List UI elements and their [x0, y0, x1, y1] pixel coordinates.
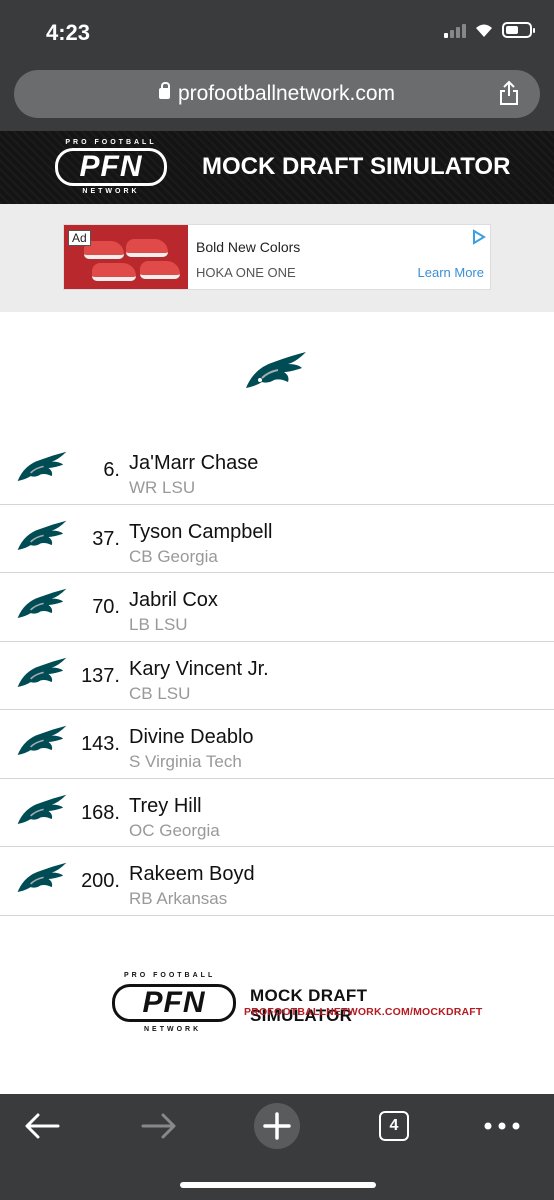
ad-brand: HOKA ONE ONE	[196, 265, 296, 280]
eagle-icon	[17, 794, 67, 824]
pick-number: 137.	[81, 664, 120, 687]
forward-arrow-icon[interactable]	[135, 1106, 183, 1146]
player-position-school: WR LSU	[129, 478, 196, 497]
footer-logo-bottom-text: NETWORK	[144, 1026, 202, 1033]
browser-chrome: 4:23 profootballnetwork.com	[0, 0, 554, 131]
footer-url[interactable]: PROFOOTBALLNETWORK.COM/MOCKDRAFT	[244, 1006, 483, 1018]
footer-logo-box: PFN	[112, 984, 236, 1022]
pick-row[interactable]: 6. Ja'Marr Chase WR LSU	[0, 436, 554, 505]
pick-row[interactable]: 200. Rakeem Boyd RB Arkansas	[0, 847, 554, 916]
pick-number: 143.	[81, 733, 120, 755]
pick-row[interactable]: 168. Trey Hill OC Georgia	[0, 779, 554, 847]
pick-row[interactable]: 137. Kary Vincent Jr. CB LSU	[0, 642, 554, 710]
player-name: Kary Vincent Jr.	[129, 657, 269, 680]
player-name: Divine Deablo	[129, 726, 254, 748]
browser-toolbar: 4	[0, 1094, 554, 1200]
picks-list: 6. Ja'Marr Chase WR LSU 37. Tyson Campbe…	[0, 436, 554, 916]
lock-icon	[158, 82, 170, 99]
player-name: Jabril Cox	[129, 589, 218, 611]
tab-count: 4	[379, 1111, 409, 1141]
player-position-school: CB Georgia	[129, 546, 218, 566]
tabs-button[interactable]: 4	[370, 1106, 418, 1146]
eagle-icon	[17, 657, 67, 687]
url-display[interactable]: profootballnetwork.com	[14, 82, 540, 106]
player-name: Tyson Campbell	[129, 520, 273, 543]
pick-number: 6.	[103, 459, 120, 481]
ad-learn-more-link[interactable]: Learn More	[418, 265, 484, 280]
eagle-icon	[17, 451, 67, 481]
pick-number: 200.	[81, 870, 120, 892]
share-icon[interactable]	[498, 80, 520, 106]
pfn-logo[interactable]: PRO FOOTBALL PFN NETWORK	[52, 139, 170, 197]
ad-image[interactable]: Ad	[64, 225, 188, 289]
cellular-signal-icon	[444, 22, 466, 38]
ad-area: Ad Bold New Colors HOKA ONE ONE Learn Mo…	[0, 204, 554, 312]
pick-number: 37.	[92, 527, 120, 550]
logo-bottom-text: NETWORK	[82, 188, 140, 195]
logo-main-text: PFN	[79, 150, 143, 183]
battery-icon	[502, 22, 535, 38]
eagle-icon	[17, 862, 67, 892]
footer-brand[interactable]: PRO FOOTBALL PFN NETWORK MOCK DRAFT SIMU…	[112, 972, 482, 1036]
page-title: MOCK DRAFT SIMULATOR	[202, 153, 511, 180]
player-position-school: LB LSU	[129, 615, 188, 634]
footer-logo-top-text: PRO FOOTBALL	[124, 972, 216, 979]
back-arrow-icon[interactable]	[18, 1106, 66, 1146]
player-name: Rakeem Boyd	[129, 863, 255, 885]
eagle-icon	[17, 520, 67, 550]
pick-row[interactable]: 143. Divine Deablo S Virginia Tech	[0, 710, 554, 779]
url-text: profootballnetwork.com	[177, 82, 396, 105]
eagle-icon	[17, 588, 67, 618]
home-indicator[interactable]	[180, 1182, 376, 1188]
eagle-icon	[17, 725, 67, 755]
player-position-school: S Virginia Tech	[129, 752, 242, 771]
player-name: Trey Hill	[129, 794, 202, 817]
ad-banner[interactable]: Ad Bold New Colors HOKA ONE ONE Learn Mo…	[63, 224, 491, 290]
wifi-icon	[476, 24, 492, 37]
ad-choices-icon[interactable]	[472, 229, 486, 245]
logo-top-text: PRO FOOTBALL	[65, 139, 157, 146]
footer-logo-main-text: PFN	[142, 986, 206, 1019]
address-bar[interactable]: profootballnetwork.com	[14, 70, 540, 118]
status-icons	[444, 22, 535, 38]
site-header: PRO FOOTBALL PFN NETWORK MOCK DRAFT SIMU…	[0, 131, 554, 204]
player-position-school: OC Georgia	[129, 820, 220, 840]
ad-badge: Ad	[68, 230, 91, 246]
more-options-icon[interactable]	[478, 1106, 526, 1146]
player-name: Ja'Marr Chase	[129, 452, 259, 474]
status-time: 4:23	[46, 20, 91, 45]
team-eagle-logo	[246, 352, 306, 388]
new-tab-plus-icon[interactable]	[253, 1102, 301, 1150]
ad-title[interactable]: Bold New Colors	[196, 239, 300, 255]
pick-row[interactable]: 70. Jabril Cox LB LSU	[0, 573, 554, 642]
pick-number: 70.	[92, 596, 120, 618]
player-position-school: CB LSU	[129, 683, 191, 703]
pick-row[interactable]: 37. Tyson Campbell CB Georgia	[0, 505, 554, 573]
player-position-school: RB Arkansas	[129, 889, 228, 908]
pick-number: 168.	[81, 801, 120, 824]
